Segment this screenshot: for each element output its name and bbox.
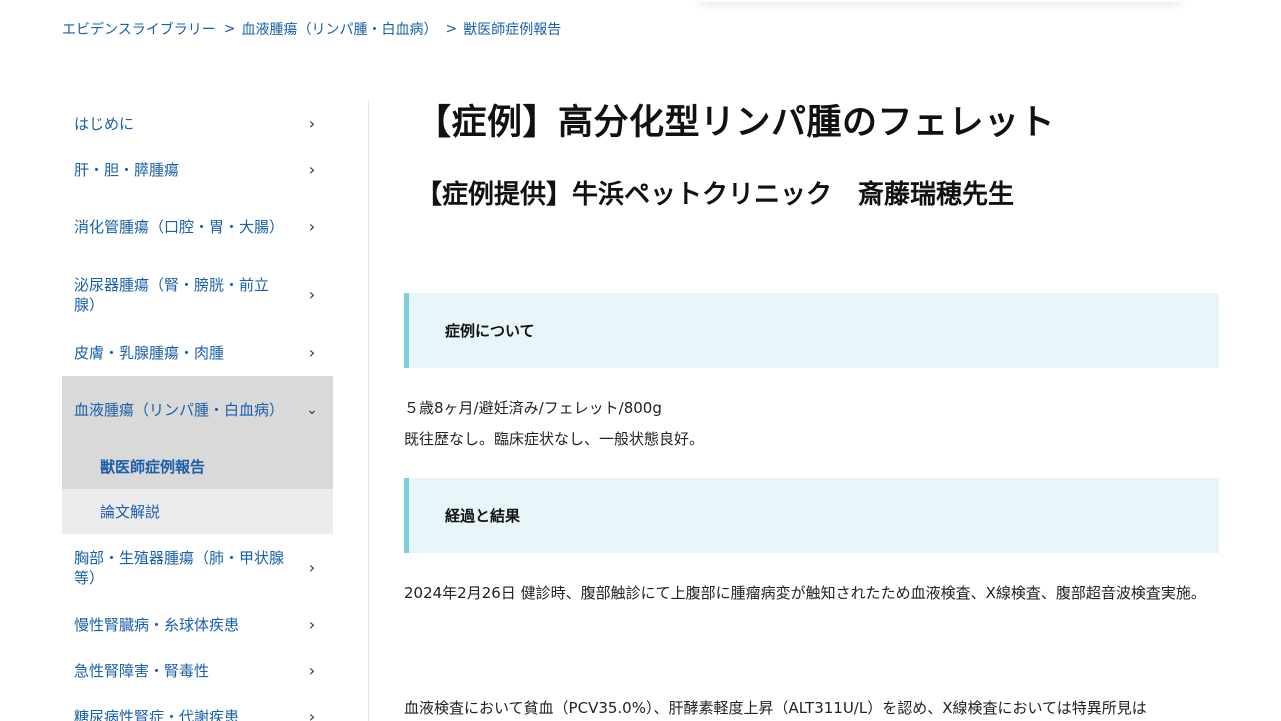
sidebar-nav: はじめに › 肝・胆・膵腫瘍 › 消化管腫瘍（口腔・胃・大腸） › 泌尿器腫瘍（…: [62, 101, 333, 721]
chevron-down-icon: ⌄: [306, 402, 318, 418]
sidebar-item-label: 糖尿病性腎症・代謝疾患: [74, 708, 240, 721]
section-heading: 症例について: [404, 293, 1219, 368]
breadcrumb-item-hematologic[interactable]: 血液腫瘍（リンパ腫・白血病）: [241, 19, 437, 39]
case-provider: 【症例提供】牛浜ペットクリニック 斎藤瑞穂先生: [416, 180, 1015, 210]
sidebar-item-label: 泌尿器腫瘍（腎・膀胱・前立腺）: [74, 276, 270, 314]
sidebar-item-ckd[interactable]: 慢性腎臓病・糸球体疾患 ›: [62, 602, 333, 648]
sidebar-item-label: 胸部・生殖器腫瘍（肺・甲状腺等）: [74, 549, 285, 587]
chevron-right-icon: ›: [308, 615, 316, 634]
sidebar-item-digestive[interactable]: 消化管腫瘍（口腔・胃・大腸） ›: [62, 193, 333, 261]
sidebar-item-intro[interactable]: はじめに ›: [62, 101, 333, 147]
paragraph: 2024年2月26日 健診時、腹部触診にて上腹部に腫瘤病変が触知されたため血液検…: [404, 584, 1206, 602]
sidebar-item-skin[interactable]: 皮膚・乳腺腫瘍・肉腫 ›: [62, 329, 333, 376]
sidebar-item-liver[interactable]: 肝・胆・膵腫瘍 ›: [62, 147, 333, 193]
chevron-right-icon: ›: [308, 342, 316, 362]
breadcrumb-separator: >: [445, 21, 458, 37]
sidebar-item-label: 血液腫瘍（リンパ腫・白血病）: [74, 401, 285, 419]
chevron-right-icon: ›: [308, 160, 316, 179]
breadcrumb: エビデンスライブラリー > 血液腫瘍（リンパ腫・白血病） > 獣医師症例報告: [62, 19, 561, 39]
paragraph: 既往歴なし。臨床症状なし、一般状態良好。: [404, 430, 705, 448]
chevron-right-icon: ›: [308, 707, 316, 721]
sidebar-item-hematologic[interactable]: 血液腫瘍（リンパ腫・白血病） ⌄: [62, 376, 333, 444]
chevron-right-icon: ›: [308, 661, 316, 680]
breadcrumb-item-library[interactable]: エビデンスライブラリー: [62, 19, 216, 39]
chevron-right-icon: ›: [308, 558, 316, 577]
chevron-right-icon: ›: [308, 217, 316, 236]
chevron-right-icon: ›: [308, 285, 316, 304]
sidebar-subitem-label: 獣医師症例報告: [100, 458, 206, 476]
sidebar-item-label: 消化管腫瘍（口腔・胃・大腸）: [74, 218, 285, 236]
sidebar-item-label: 肝・胆・膵腫瘍: [74, 161, 180, 179]
sidebar-subitem-paper-review[interactable]: 論文解説: [62, 489, 333, 534]
sidebar-item-label: 慢性腎臓病・糸球体疾患: [74, 616, 240, 634]
paragraph: 血液検査において貧血（PCV35.0%）、肝酵素軽度上昇（ALT311U/L）を…: [404, 699, 1147, 717]
section-heading: 経過と結果: [404, 478, 1219, 553]
sidebar-item-thoracic[interactable]: 胸部・生殖器腫瘍（肺・甲状腺等） ›: [62, 534, 333, 602]
chevron-right-icon: ›: [308, 114, 316, 133]
header-shadow: [700, 0, 1180, 2]
sidebar-divider: [368, 100, 369, 721]
page-title: 【症例】高分化型リンパ腫のフェレット: [416, 103, 1056, 143]
sidebar-subitem-case-reports[interactable]: 獣医師症例報告: [62, 444, 333, 489]
sidebar-subitem-label: 論文解説: [100, 503, 161, 521]
sidebar-item-aki[interactable]: 急性腎障害・腎毒性 ›: [62, 648, 333, 694]
breadcrumb-item-case-reports[interactable]: 獣医師症例報告: [463, 19, 561, 39]
sidebar-item-urinary[interactable]: 泌尿器腫瘍（腎・膀胱・前立腺） ›: [62, 261, 333, 329]
sidebar-item-label: 皮膚・乳腺腫瘍・肉腫: [74, 343, 225, 362]
sidebar-item-diabetic[interactable]: 糖尿病性腎症・代謝疾患 ›: [62, 694, 333, 721]
breadcrumb-separator: >: [223, 21, 236, 37]
sidebar-item-label: 急性腎障害・腎毒性: [74, 662, 210, 680]
sidebar-item-label: はじめに: [74, 115, 135, 133]
paragraph: ５歳8ヶ月/避妊済み/フェレット/800g: [404, 399, 662, 417]
